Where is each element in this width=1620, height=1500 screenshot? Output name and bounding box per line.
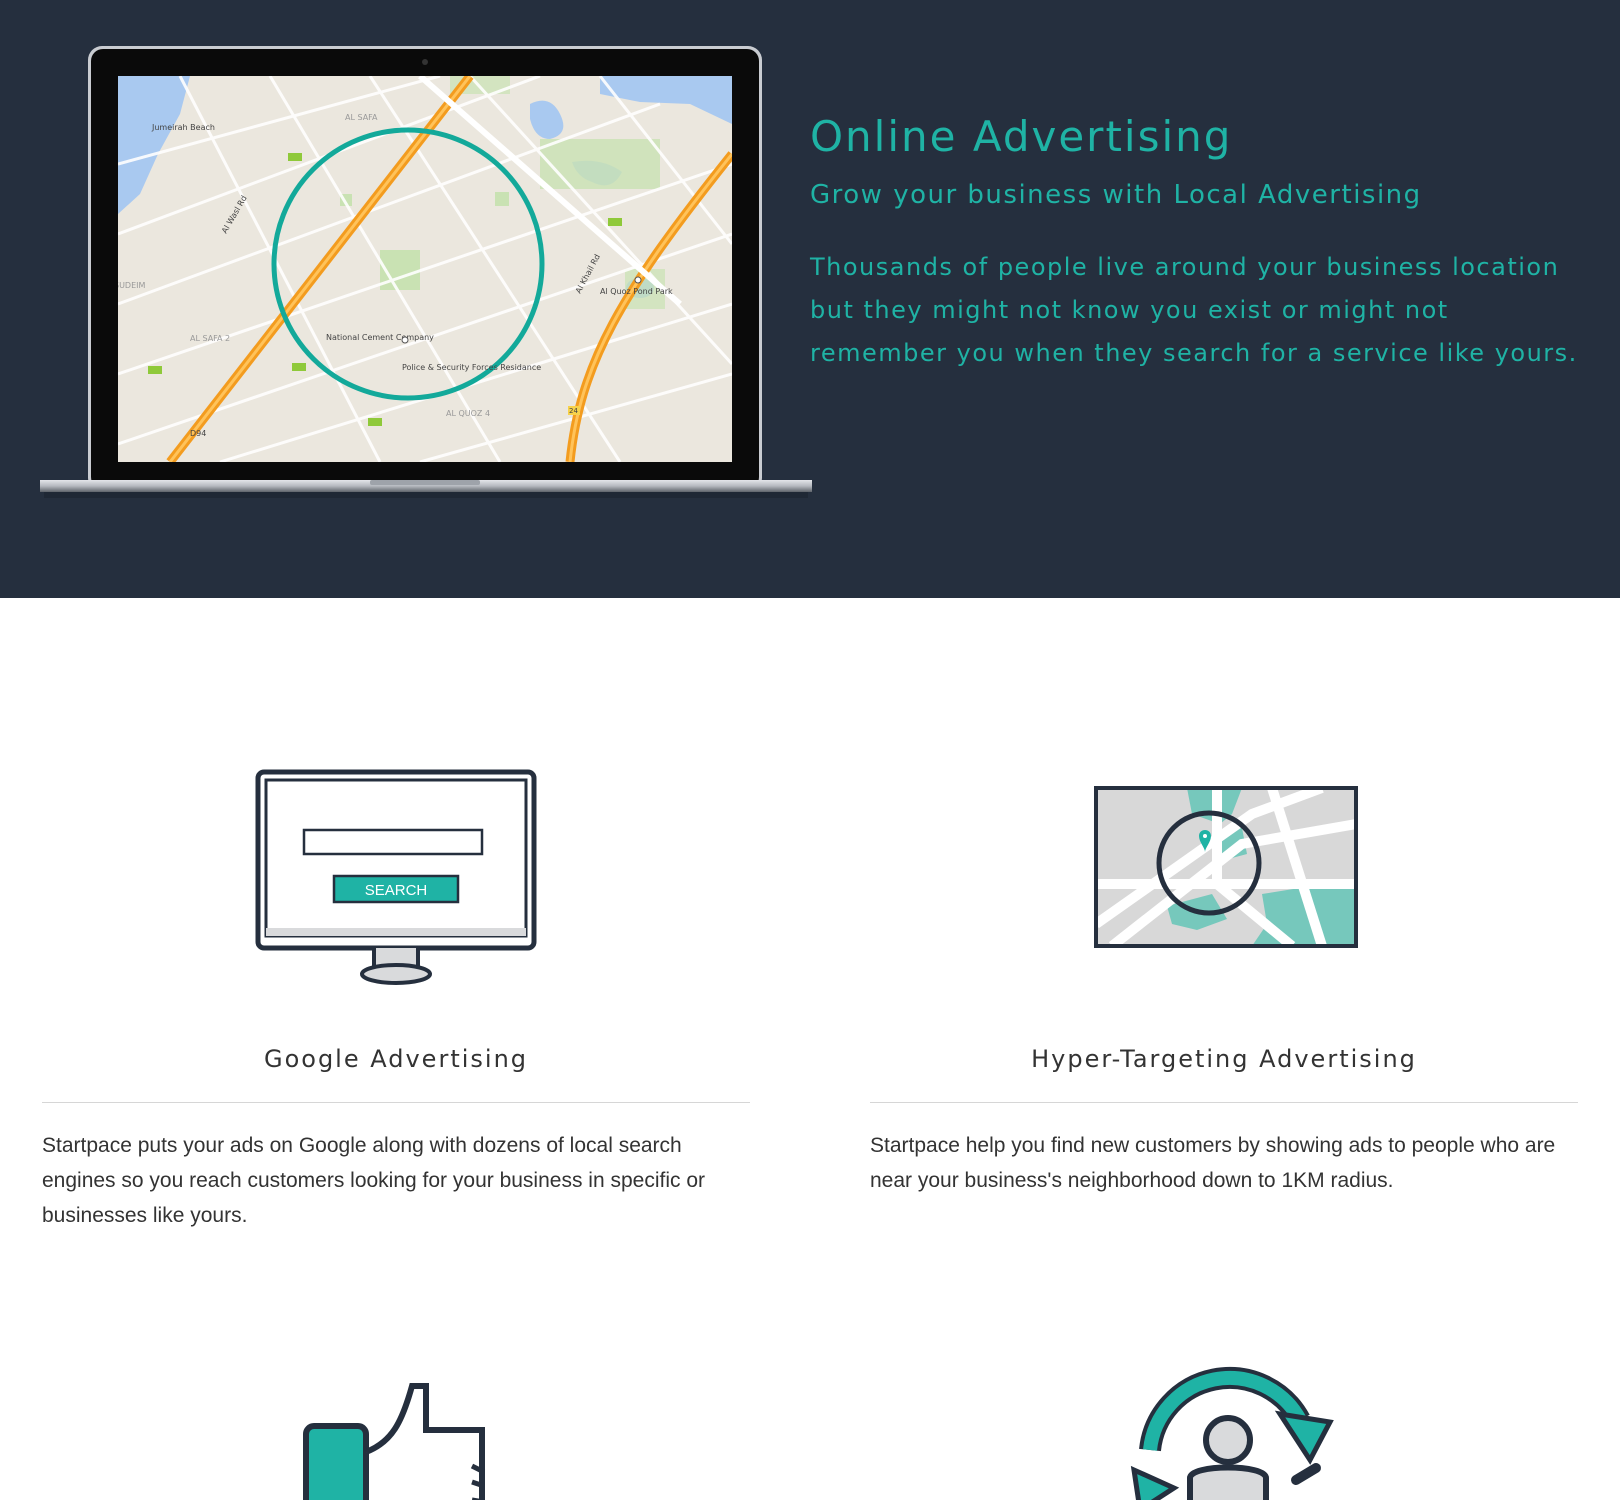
retargeting-person-icon: [1120, 1360, 1340, 1500]
feature-description-line: Startpace help you find new customers by…: [870, 1134, 1556, 1157]
feature-description-line: Startpace puts your ads on Google along …: [42, 1134, 682, 1157]
feature-divider: [870, 1102, 1578, 1103]
feature-google-advertising: SEARCH Google Advertising Startpace puts…: [42, 600, 750, 1240]
map-label-pond-park: Al Quoz Pond Park: [600, 287, 673, 296]
feature-description-line: engines so you reach customers looking f…: [42, 1169, 705, 1192]
monitor-search-icon: SEARCH: [254, 768, 538, 994]
map-label-jumeirah: Jumeirah Beach: [151, 123, 215, 132]
map-label-al-safa: AL SAFA: [345, 113, 378, 122]
hero-description-line: Thousands of people live around your bus…: [810, 253, 1560, 281]
search-button-graphic-label: SEARCH: [365, 882, 428, 899]
map-label-cement: National Cement Company: [326, 333, 434, 342]
feature-hyper-targeting: Hyper-Targeting Advertising Startpace he…: [870, 600, 1578, 1240]
hero-subtitle: Grow your business with Local Advertisin…: [810, 180, 1422, 210]
map-label-shield-e: D94: [190, 429, 206, 438]
feature-description: Startpace help you find new customers by…: [870, 1128, 1570, 1198]
map-label-police: Police & Security Forces Residance: [402, 363, 541, 372]
laptop-map-illustration: Jumeirah Beach AL SAFA AL SAFA 2 AL QUOZ…: [40, 46, 812, 498]
feature-description-line: near your business's neighborhood down t…: [870, 1169, 1394, 1192]
feature-description: Startpace puts your ads on Google along …: [42, 1128, 742, 1233]
hero-section: Jumeirah Beach AL SAFA AL SAFA 2 AL QUOZ…: [0, 0, 1620, 598]
feature-divider: [42, 1102, 750, 1103]
map-label-al-quoz-4: AL QUOZ 4: [446, 409, 490, 418]
map-label-route-24: 24: [569, 407, 578, 415]
hero-title: Online Advertising: [810, 112, 1233, 161]
feature-description-line: businesses like yours.: [42, 1204, 248, 1227]
hero-description: Thousands of people live around your bus…: [810, 246, 1600, 375]
thumbs-up-icon: [302, 1382, 492, 1500]
hero-description-line: remember you when they search for a serv…: [810, 339, 1578, 367]
map-target-icon: [1092, 784, 1360, 954]
map-label-al-safa-2: AL SAFA 2: [190, 334, 230, 343]
feature-third: [42, 1330, 750, 1500]
map-label-sudeim: SUDEIM: [114, 281, 146, 290]
feature-title: Hyper-Targeting Advertising: [1031, 1045, 1417, 1073]
feature-fourth: [870, 1330, 1578, 1500]
hero-description-line: but they might not know you exist or mig…: [810, 296, 1449, 324]
feature-title: Google Advertising: [263, 1045, 529, 1073]
